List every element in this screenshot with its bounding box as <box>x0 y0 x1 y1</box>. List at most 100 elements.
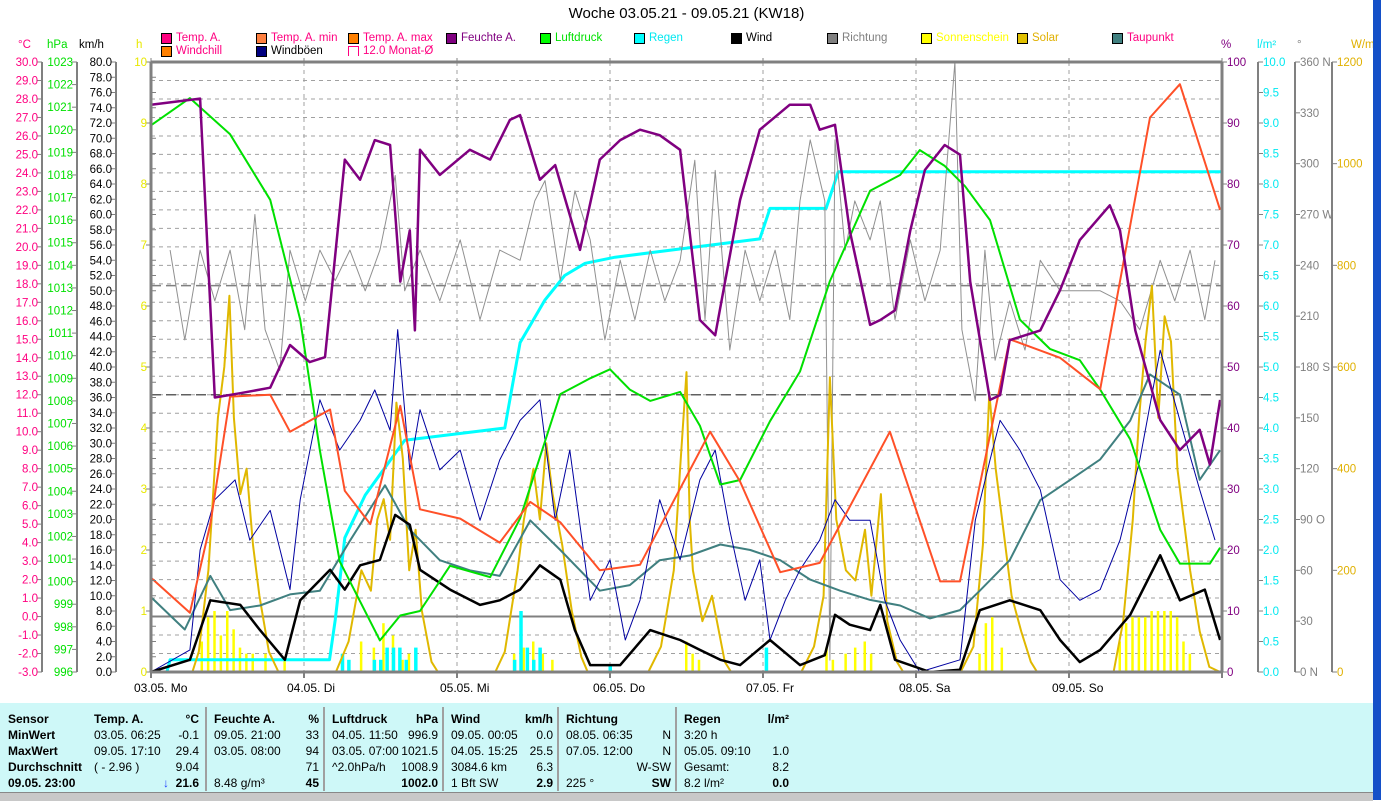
day-label: 09.05. So <box>1052 681 1104 695</box>
axis-label-temp: 23.0 <box>16 186 38 198</box>
bar-sonnenschein <box>245 653 248 672</box>
bar-sonnenschein <box>831 659 835 672</box>
axis-label-wind: 6.0 <box>96 621 112 633</box>
stats-col-3: Wind km/h 09.05. 00:05 0.0 04.05. 15:25 25.5 3… <box>442 707 559 791</box>
unit-rain: l/m² <box>1257 39 1277 51</box>
axis-label-direction: 150 <box>1300 413 1319 425</box>
bar-regen <box>519 611 523 672</box>
axis-label-wind: 62.0 <box>90 194 112 206</box>
axis-label-direction: 270 W <box>1300 210 1333 222</box>
axis-label-pressure: 999 <box>54 599 73 611</box>
bar-sonnenschein <box>984 623 988 672</box>
axis-label-temp: 8.0 <box>22 464 38 476</box>
legend-label: Sonnenschein <box>936 32 1009 44</box>
column-unit: km/h <box>524 712 553 726</box>
axis-label-humidity: 70 <box>1227 240 1240 252</box>
axis-label-solar: 1200 <box>1337 57 1363 69</box>
axis-label-wind: 14.0 <box>90 560 112 572</box>
column-unit: hPa <box>415 712 438 726</box>
axis-label-humidity: 50 <box>1227 362 1240 374</box>
bar-sonnenschein <box>978 653 981 672</box>
axis-label-sun: 9 <box>141 118 147 130</box>
axis-label-sun: 8 <box>141 179 147 191</box>
legend-item: Temp. A. <box>161 32 221 44</box>
axis-label-solar: 200 <box>1337 565 1356 577</box>
bar-sonnenschein <box>407 653 411 672</box>
axis-label-solar: 0 <box>1337 667 1343 679</box>
axis-label-rain: 6.5 <box>1263 271 1279 283</box>
axis-label-rain: 0.5 <box>1263 637 1279 649</box>
column-header: Regen <box>684 712 721 726</box>
cell-label: 3:20 h <box>684 728 718 742</box>
axis-label-pressure: 1000 <box>47 577 73 589</box>
legend-swatch <box>731 32 742 44</box>
row-label: Durchschnitt <box>8 760 83 774</box>
cell-label: 05.05. 09:10 <box>684 744 751 758</box>
axis-label-wind: 8.0 <box>96 606 112 618</box>
cell-label: 03.05. 06:25 <box>94 728 161 742</box>
bar-sonnenschein <box>1163 611 1166 672</box>
legend-label: Temp. A. <box>176 32 221 44</box>
axis-label-wind: 50.0 <box>90 286 112 298</box>
cell-label: 3084.6 km <box>451 760 508 774</box>
cell-value: 29.4 <box>175 744 199 758</box>
unit-wind: km/h <box>79 39 104 51</box>
axis-label-wind: 66.0 <box>90 164 112 176</box>
axis-label-temp: 5.0 <box>22 519 38 531</box>
legend-swatch <box>256 45 267 57</box>
stats-col-sensor: Sensor MinWert MaxWert Durchschnitt 09.0… <box>0 707 87 791</box>
axis-label-sun: 10 <box>134 57 147 69</box>
axis-label-direction: 120 <box>1300 464 1319 476</box>
axis-label-temp: 24.0 <box>16 168 38 180</box>
axis-label-pressure: 1009 <box>47 373 73 385</box>
bar-regen <box>372 659 377 672</box>
legend-swatch <box>634 32 645 44</box>
cell-label: 1 Bft SW <box>451 776 499 790</box>
day-label: 06.05. Do <box>593 681 645 695</box>
axis-label-rain: 5.0 <box>1263 362 1279 374</box>
axis-label-wind: 32.0 <box>90 423 112 435</box>
bar-regen <box>532 659 536 672</box>
legend-label: Solar <box>1032 32 1059 44</box>
axis-label-solar: 600 <box>1337 362 1356 374</box>
day-label: 08.05. Sa <box>899 681 951 695</box>
legend-swatch <box>540 32 551 44</box>
axis-label-pressure: 1017 <box>47 193 73 205</box>
cell-value: 1.0 <box>772 744 789 758</box>
legend-label: Taupunkt <box>1127 32 1174 44</box>
bar-sonnenschein <box>685 641 688 672</box>
legend-item: Solar <box>1017 32 1059 44</box>
bar-regen <box>512 659 517 672</box>
row-label: MaxWert <box>8 744 58 758</box>
axis-label-rain: 4.0 <box>1263 423 1279 435</box>
axis-label-pressure: 1015 <box>47 238 73 250</box>
column-header: Wind <box>451 712 481 726</box>
axis-label-temp: 3.0 <box>22 556 38 568</box>
cell-label: 04.05. 15:25 <box>451 744 518 758</box>
axis-label-temp: -3.0 <box>18 667 38 679</box>
axis-label-wind: 74.0 <box>90 103 112 115</box>
bar-sonnenschein <box>1169 611 1172 672</box>
axis-label-wind: 64.0 <box>90 179 112 191</box>
axis-label-wind: 70.0 <box>90 133 112 145</box>
legend-item: Regen <box>634 32 683 44</box>
axis-label-direction: 0 N <box>1300 667 1318 679</box>
bar-regen <box>764 647 769 672</box>
bar-sonnenschein <box>251 653 254 672</box>
axis-label-humidity: 30 <box>1227 484 1240 496</box>
bar-sonnenschein <box>1175 617 1179 672</box>
bar-regen <box>385 647 389 672</box>
axis-label-direction: 30 <box>1300 616 1313 628</box>
axis-label-pressure: 1020 <box>47 125 73 137</box>
bar-sonnenschein <box>226 611 229 672</box>
cell-value: 1021.5 <box>401 744 438 758</box>
axis-label-temp: 2.0 <box>22 575 38 587</box>
cell-label: 09.05. 17:10 <box>94 744 161 758</box>
axis-label-temp: 0.0 <box>22 612 38 624</box>
axis-label-temp: 15.0 <box>16 334 38 346</box>
axis-label-pressure: 1022 <box>47 80 73 92</box>
axis-label-wind: 26.0 <box>90 469 112 481</box>
bar-sonnenschein <box>697 659 701 672</box>
axis-label-wind: 16.0 <box>90 545 112 557</box>
column-header: Luftdruck <box>332 712 388 726</box>
